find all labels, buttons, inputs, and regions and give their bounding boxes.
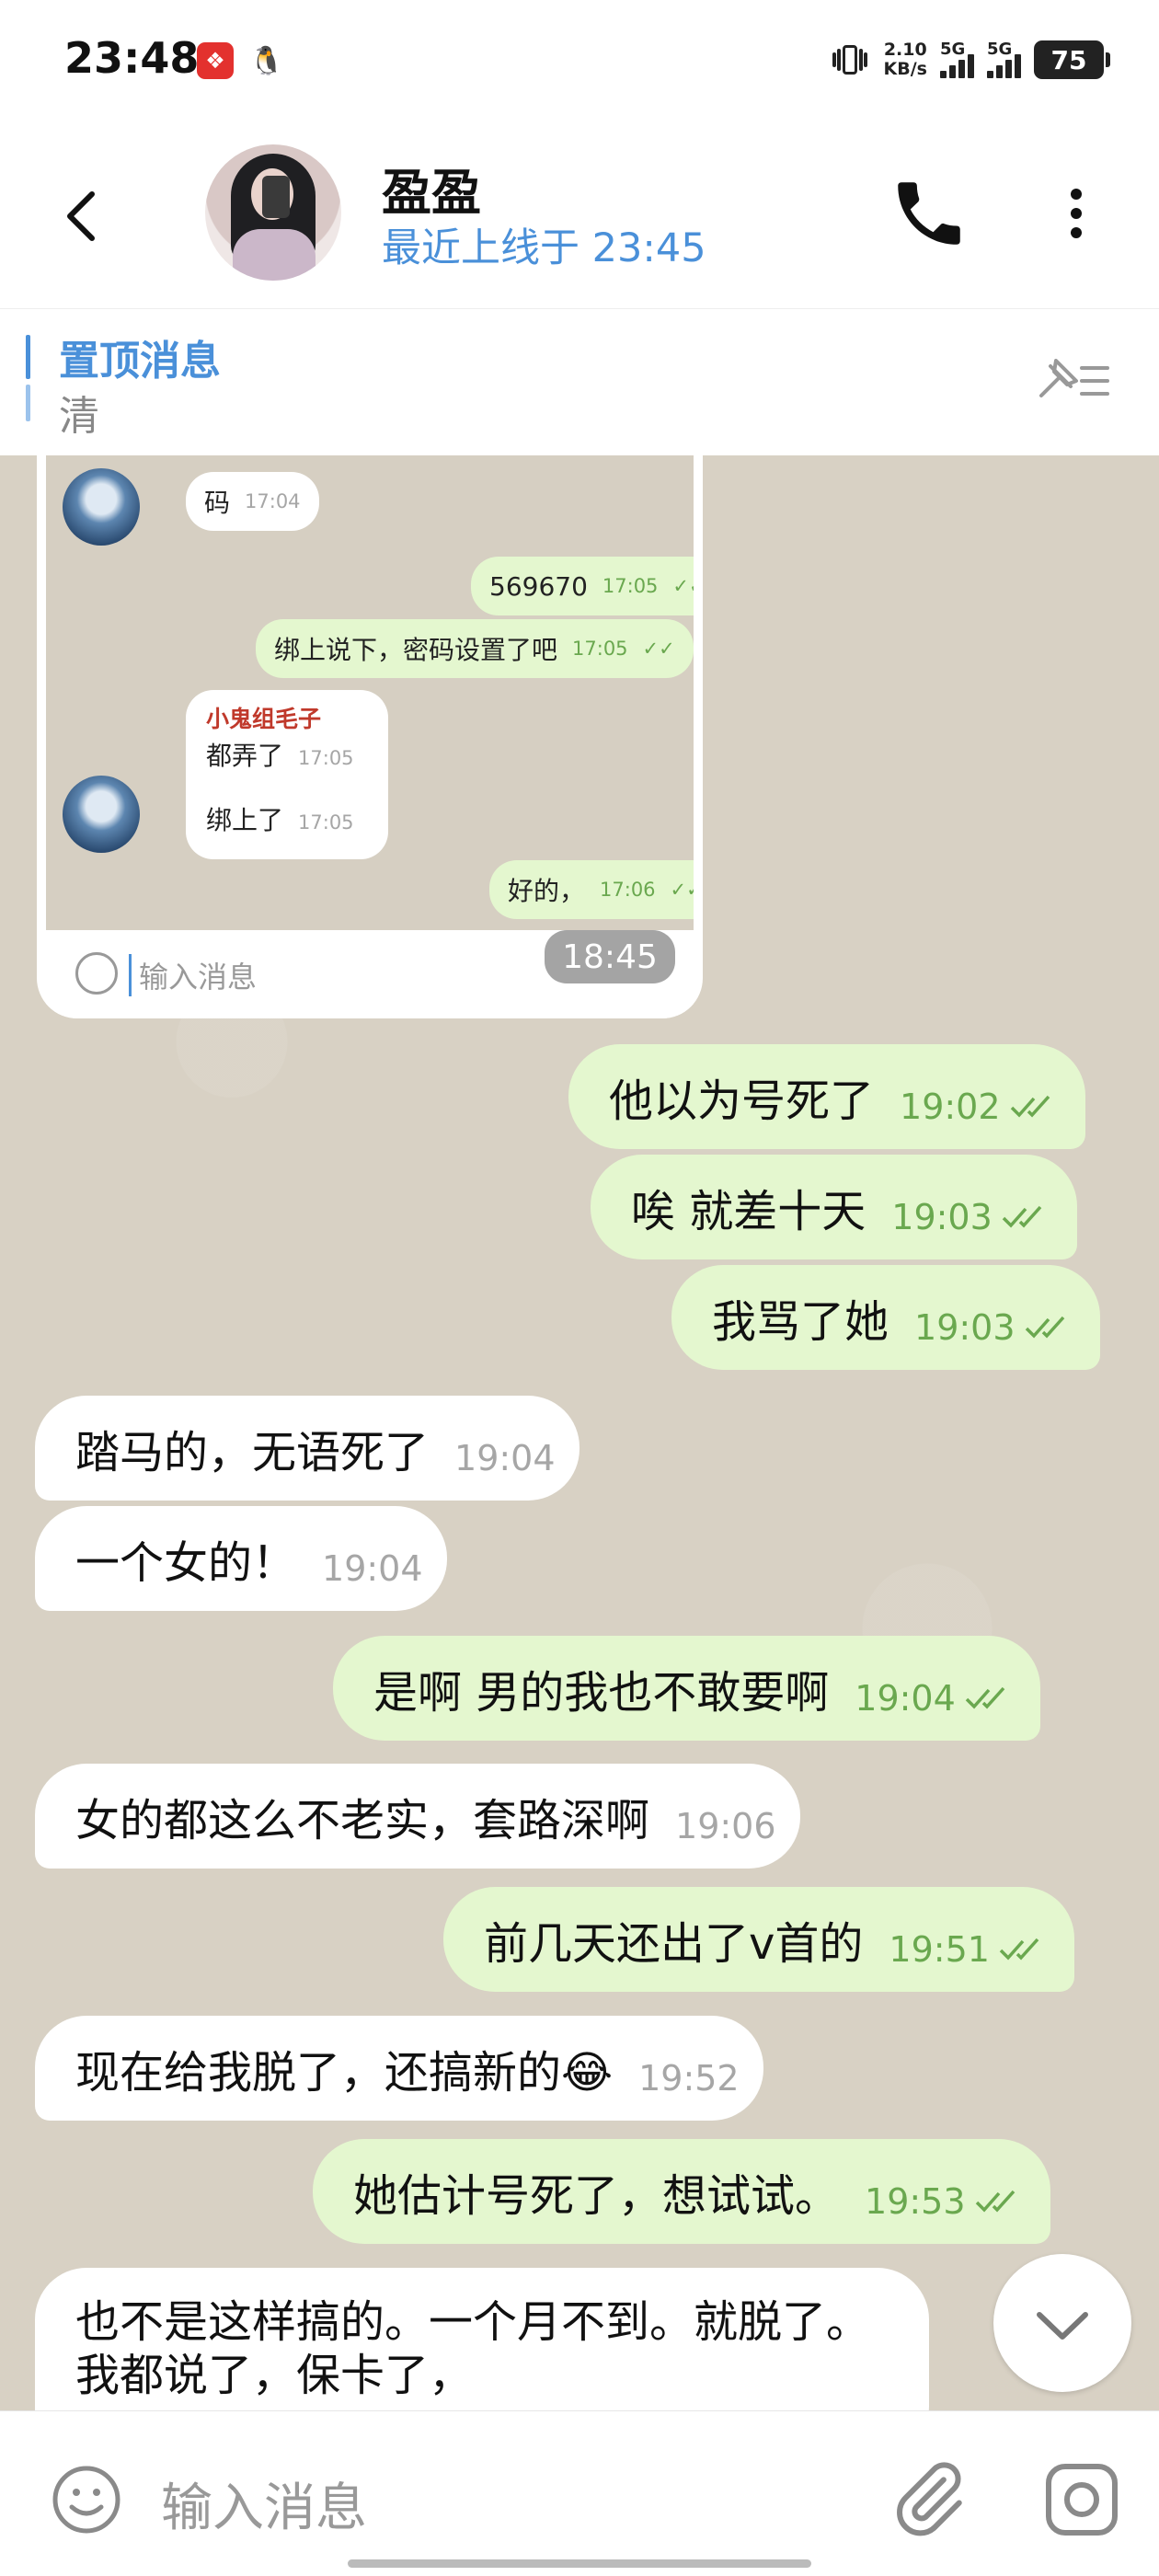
mini-message: 码 17:04 [186,472,319,531]
pinned-list-button[interactable] [1030,348,1113,412]
message-bubble-outgoing[interactable]: 他以为号死了 19:02 [568,1044,1085,1149]
status-right-group: 2.10 KB/s 5G 5G 75 [829,37,1110,83]
phone-icon [898,182,960,245]
message-bubble-incoming[interactable]: 女的都这么不老实，套路深啊 19:06 [35,1764,800,1869]
message-bubble-incoming[interactable]: 现在给我脱了，还搞新的😂 19:52 [35,2016,763,2121]
mini-group-message: 小鬼组毛子 都弄了 17:05 绑上了 17:05 [186,690,388,859]
double-check-icon [1002,1205,1042,1228]
message-bubble-outgoing[interactable]: 她估计号死了，想试试。 19:53 [313,2139,1050,2244]
battery-icon: 75 [1034,40,1110,79]
screenshot-image: 码17:04 56967017:05 ✓✓ 绑上说下，密码设置了吧17:05 ✓… [46,455,694,930]
sim1-label: 5G [940,40,966,59]
double-check-icon [975,2190,1015,2213]
double-check-icon [1025,1316,1064,1339]
network-speed-value: 2.10 [883,40,927,60]
mini-message: 绑上说下，密码设置了吧 17:05 ✓✓ [256,619,694,678]
contact-avatar[interactable] [205,144,341,281]
attach-button[interactable] [887,2457,970,2540]
mini-input-placeholder: 输入消息 [129,954,257,996]
chat-message-list[interactable]: 码17:04 56967017:05 ✓✓ 绑上说下，密码设置了吧17:05 ✓… [0,455,1159,2410]
chat-header: 盈盈 最近上线于 23:45 [0,124,1159,308]
chevron-down-icon [1037,2312,1088,2340]
pinned-title: 置顶消息 [59,338,221,385]
more-vertical-icon [1071,189,1082,238]
double-check-icon [1010,1095,1050,1118]
mini-emoji-icon [75,952,118,995]
pinned-indicator-secondary [26,385,30,421]
contact-name[interactable]: 盈盈 [382,152,481,224]
signal-sim1-icon: 5G [940,40,974,78]
double-check-icon [999,1938,1039,1961]
message-input-bar: 输入消息 [0,2410,1159,2576]
unpin-icon [1039,359,1109,397]
more-options-button[interactable] [1049,172,1104,255]
emoji-button[interactable] [50,2463,123,2536]
image-message-time: 18:45 [545,930,675,983]
attach-icon [897,2462,962,2536]
mini-message: 好的，17:06 ✓✓ [489,860,694,919]
scroll-to-bottom-button[interactable] [993,2254,1131,2392]
qq-penguin-icon: 🐧 [249,44,284,77]
mini-avatar [63,468,140,546]
back-button[interactable] [55,179,110,253]
message-bubble-outgoing[interactable]: 唉 就差十天 19:03 [591,1155,1077,1259]
network-speed: 2.10 KB/s [884,40,927,79]
battery-level: 75 [1050,44,1087,75]
message-bubble-incoming[interactable]: 踏马的，无语死了 19:04 [35,1396,580,1501]
camera-icon [1046,2464,1118,2536]
last-seen-status: 最近上线于 23:45 [382,225,706,271]
back-arrow-icon [67,191,95,241]
pinned-indicator [26,335,30,379]
pinned-message-bar[interactable]: 置顶消息 清 [0,308,1159,455]
message-bubble-incoming[interactable]: 也不是这样搞的。一个月不到。就脱了。我都说了，保卡了，19:53 [35,2268,929,2410]
pinned-text: 清 [59,393,99,440]
status-time: 23:48 [64,33,200,83]
double-check-icon [965,1686,1005,1709]
message-input[interactable]: 输入消息 [161,2467,367,2541]
vibrate-icon [829,41,871,78]
message-bubble-outgoing[interactable]: 前几天还出了v首的 19:51 [443,1887,1074,1992]
network-speed-unit: KB/s [883,59,927,79]
mini-sender: 小鬼组毛子 [206,706,322,732]
message-bubble-outgoing[interactable]: 是啊 男的我也不敢要啊 19:04 [333,1636,1040,1741]
message-bubble-outgoing[interactable]: 我骂了她 19:03 [671,1265,1100,1370]
sim2-label: 5G [987,40,1013,59]
call-button[interactable] [888,172,970,255]
emoji-icon [52,2466,120,2534]
signal-sim2-icon: 5G [987,40,1021,78]
camera-button[interactable] [1043,2461,1120,2538]
mini-message: 56967017:05 ✓✓ [471,557,694,615]
home-indicator[interactable] [348,2559,811,2568]
status-bar: 23:48 ❖ 🐧 2.10 KB/s 5G 5G 75 [0,0,1159,124]
message-bubble-incoming[interactable]: 一个女的！ 19:04 [35,1506,447,1611]
app-notification-icon: ❖ [197,42,234,79]
mini-avatar [63,776,140,853]
image-message[interactable]: 码17:04 56967017:05 ✓✓ 绑上说下，密码设置了吧17:05 ✓… [37,455,703,1018]
